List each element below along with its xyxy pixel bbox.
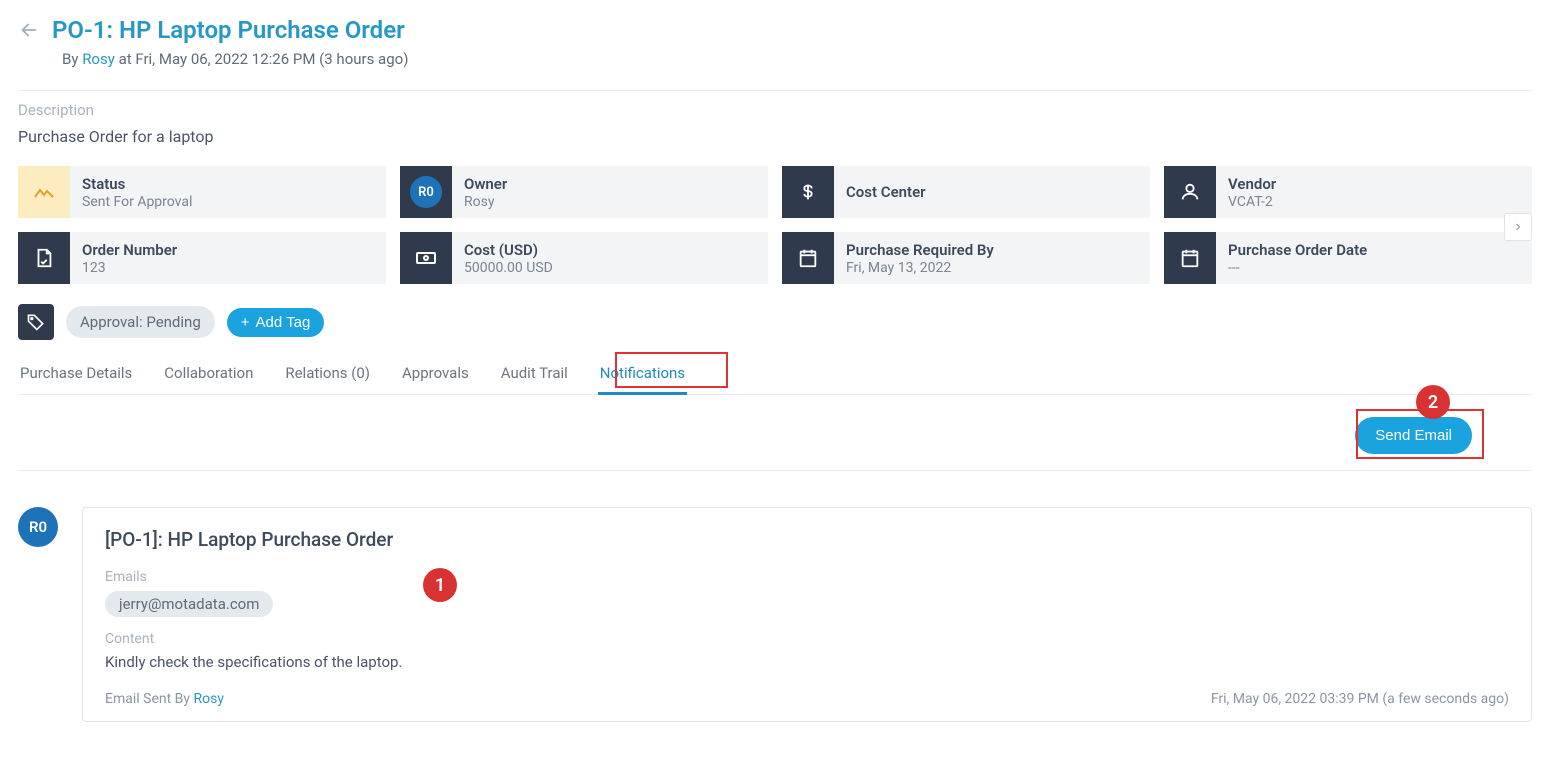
- tab-purchase-details[interactable]: Purchase Details: [18, 354, 134, 394]
- purchase-order-date-label: Purchase Order Date: [1228, 241, 1367, 259]
- content-label: Content: [105, 631, 1509, 647]
- page-meta: By Rosy at Fri, May 06, 2022 12:26 PM (3…: [18, 50, 1532, 68]
- vendor-icon: [1164, 166, 1216, 218]
- tab-approvals[interactable]: Approvals: [400, 354, 471, 394]
- created-by-user[interactable]: Rosy: [82, 50, 115, 68]
- tag-approval-pending[interactable]: Approval: Pending: [66, 306, 215, 338]
- owner-avatar-box: R0: [400, 166, 452, 218]
- email-chip[interactable]: jerry@motadata.com: [105, 591, 273, 617]
- card-purchase-order-date[interactable]: Purchase Order Date ---: [1164, 232, 1532, 284]
- description-text: Purchase Order for a laptop: [18, 127, 1532, 146]
- card-owner[interactable]: R0 Owner Rosy: [400, 166, 768, 218]
- add-tag-label: Add Tag: [256, 314, 311, 331]
- calendar-icon: [782, 232, 834, 284]
- dollar-icon: [782, 166, 834, 218]
- tab-relations[interactable]: Relations (0): [283, 354, 372, 394]
- tag-icon: [18, 304, 54, 340]
- document-icon: [18, 232, 70, 284]
- notification-title: [PO-1]: HP Laptop Purchase Order: [105, 528, 1509, 551]
- card-cost-center[interactable]: Cost Center: [782, 166, 1150, 218]
- by-prefix: By: [62, 50, 78, 68]
- purchase-required-value: Fri, May 13, 2022: [846, 260, 994, 276]
- vendor-value: VCAT-2: [1228, 194, 1276, 210]
- plus-icon: +: [241, 314, 250, 331]
- send-email-button[interactable]: Send Email: [1355, 417, 1472, 454]
- add-tag-button[interactable]: + Add Tag: [227, 308, 325, 337]
- tab-audit-trail[interactable]: Audit Trail: [499, 354, 570, 394]
- calendar-icon: [1164, 232, 1216, 284]
- card-vendor[interactable]: Vendor VCAT-2: [1164, 166, 1532, 218]
- card-status[interactable]: Status Sent For Approval: [18, 166, 386, 218]
- status-icon: [18, 166, 70, 218]
- sent-by-prefix: Email Sent By: [105, 691, 190, 707]
- card-cost[interactable]: Cost (USD) 50000.00 USD: [400, 232, 768, 284]
- money-icon: [400, 232, 452, 284]
- order-number-label: Order Number: [82, 241, 177, 259]
- vendor-label: Vendor: [1228, 175, 1276, 193]
- order-number-value: 123: [82, 260, 177, 276]
- content-text: Kindly check the specifications of the l…: [105, 653, 1509, 671]
- card-purchase-required-by[interactable]: Purchase Required By Fri, May 13, 2022: [782, 232, 1150, 284]
- notification-avatar: R0: [18, 507, 58, 547]
- cost-center-label: Cost Center: [846, 183, 926, 201]
- tab-notifications[interactable]: Notifications: [598, 354, 687, 394]
- back-arrow-icon[interactable]: [18, 19, 40, 41]
- owner-label: Owner: [464, 175, 507, 193]
- annotation-badge-1: 1: [423, 568, 457, 602]
- card-order-number[interactable]: Order Number 123: [18, 232, 386, 284]
- notification-timestamp: Fri, May 06, 2022 03:39 PM (a few second…: [1211, 691, 1509, 707]
- status-value: Sent For Approval: [82, 194, 192, 210]
- sent-by-user[interactable]: Rosy: [193, 691, 223, 707]
- cost-value: 50000.00 USD: [464, 260, 553, 276]
- notification-card: [PO-1]: HP Laptop Purchase Order Emails …: [82, 507, 1532, 722]
- status-label: Status: [82, 175, 192, 193]
- annotation-badge-2: 2: [1416, 385, 1450, 419]
- purchase-required-label: Purchase Required By: [846, 241, 994, 259]
- purchase-order-date-value: ---: [1228, 260, 1367, 276]
- expand-panel-button[interactable]: [1504, 213, 1532, 241]
- emails-label: Emails: [105, 569, 1509, 585]
- created-at: at Fri, May 06, 2022 12:26 PM (3 hours a…: [119, 50, 409, 68]
- owner-value: Rosy: [464, 194, 507, 210]
- owner-avatar: R0: [410, 176, 442, 208]
- tab-collaboration[interactable]: Collaboration: [162, 354, 255, 394]
- description-label: Description: [18, 101, 1532, 119]
- cost-label: Cost (USD): [464, 241, 553, 259]
- tab-bar: Purchase Details Collaboration Relations…: [18, 354, 1532, 395]
- page-title: PO-1: HP Laptop Purchase Order: [52, 16, 405, 44]
